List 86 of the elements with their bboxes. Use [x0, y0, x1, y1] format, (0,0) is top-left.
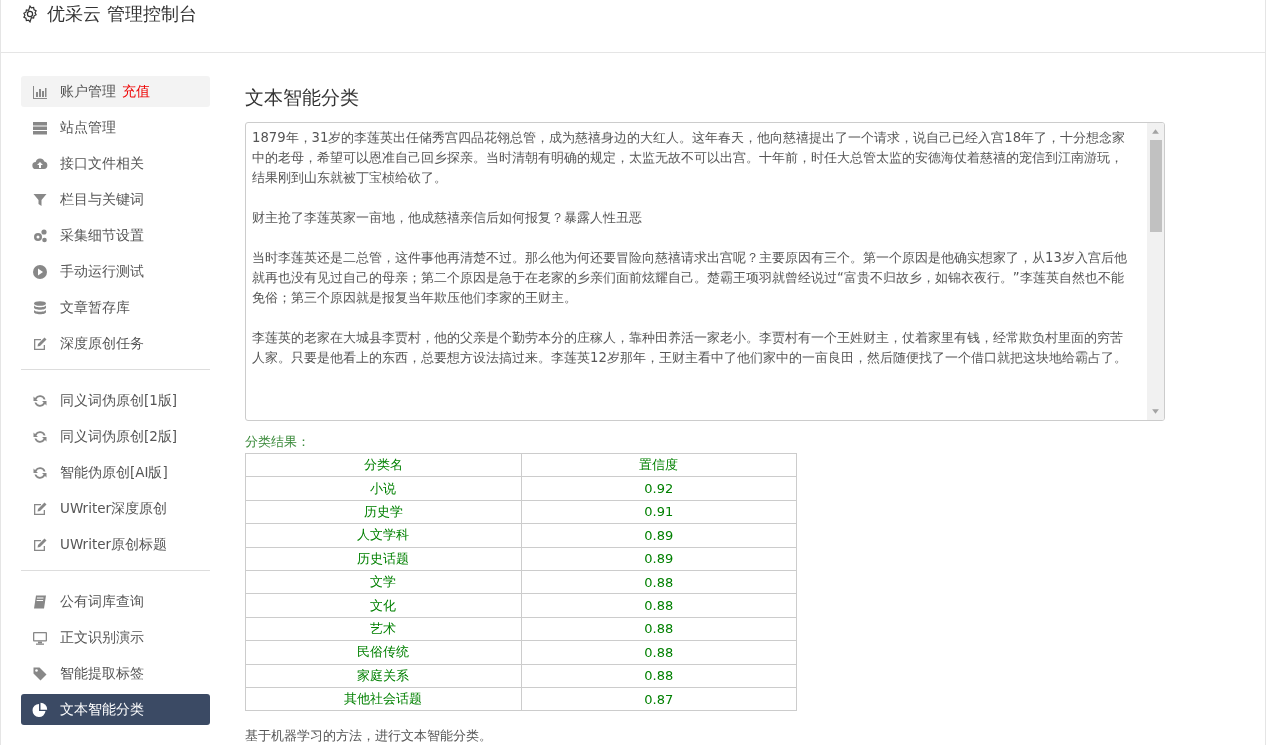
- sidebar-label: UWriter深度原创: [60, 499, 168, 518]
- sidebar-label: 文本智能分类: [60, 700, 144, 719]
- sidebar-label: 深度原创任务: [60, 334, 144, 353]
- table-cell: 0.87: [521, 687, 797, 711]
- sidebar-label: 账户管理: [60, 82, 116, 101]
- sidebar-item[interactable]: UWriter原创标题: [21, 529, 210, 560]
- edit-icon: [32, 500, 48, 517]
- sidebar-label: 智能提取标签: [60, 664, 144, 683]
- book-icon: [32, 593, 48, 610]
- sidebar-item[interactable]: 同义词伪原创[2版]: [21, 421, 210, 452]
- sidebar-label: 同义词伪原创[2版]: [60, 427, 178, 446]
- sidebar-item[interactable]: 站点管理: [21, 112, 210, 143]
- scroll-up-icon[interactable]: [1151, 127, 1160, 136]
- sidebar-label: UWriter原创标题: [60, 535, 168, 554]
- sidebar-item[interactable]: 文本智能分类: [21, 694, 210, 725]
- table-cell: 0.88: [521, 640, 797, 664]
- sidebar-item[interactable]: 同义词伪原创[1版]: [21, 385, 210, 416]
- text-paragraph: 李莲英的老家在大城县李贾村，他的父亲是个勤劳本分的庄稼人，靠种田养活一家老小。李贾村有一个王姓财主，仗着家里有钱，经常欺负村里面的穷苦人家。只要是他看上的东西，总要想方设法搞过来。李莲英12岁那年，王财主看中了他们家中的一亩良田，然后随便找了一个借口就把这块地给霸占了。: [252, 329, 1128, 367]
- column-header: 分类名: [245, 453, 521, 477]
- sidebar-item[interactable]: 栏目与关键词: [21, 184, 210, 215]
- table-cell: 0.89: [521, 523, 797, 548]
- edit-icon: [32, 335, 48, 352]
- sidebar-item[interactable]: 深度原创任务: [21, 328, 210, 359]
- sidebar-label: 站点管理: [60, 118, 116, 137]
- database-icon: [32, 299, 48, 316]
- sidebar-item[interactable]: 正文识别演示: [21, 622, 210, 653]
- sidebar-item[interactable]: 手动运行测试: [21, 256, 210, 287]
- text-paragraph: 1879年，31岁的李莲英出任储秀宫四品花翎总管，成为慈禧身边的大红人。这年春天，他向慈禧提出了一个请求，说自己已经入宫18年了，十分想念家中的老母，希望可以恩准自己回乡探亲。当时清朝有明确的规定，太监无故不可以出宫。十年前，时任大总管太监的安德海仗着慈禧的宠信到江南游玩，结果刚到山东就被丁宝桢给砍了。: [252, 129, 1127, 187]
- scrollbar-thumb[interactable]: [1149, 140, 1162, 232]
- refresh-icon: [32, 392, 48, 409]
- sidebar-item[interactable]: 智能提取标签: [21, 658, 210, 689]
- table-cell: 0.92: [521, 476, 797, 501]
- sidebar-label: 采集细节设置: [60, 226, 144, 245]
- sidebar-label: 栏目与关键词: [60, 190, 144, 209]
- sidebar-item[interactable]: 采集细节设置: [21, 220, 210, 251]
- refresh-icon: [32, 428, 48, 445]
- bar-chart-icon: [32, 83, 48, 100]
- sidebar-item[interactable]: UWriter深度原创: [21, 493, 210, 524]
- table-cell: 0.88: [521, 570, 797, 594]
- sidebar-label: 正文识别演示: [60, 628, 144, 647]
- table-cell: 其他社会话题: [245, 687, 521, 711]
- table-cell: 历史学: [245, 500, 521, 524]
- sidebar-label: 智能伪原创[AI版]: [60, 463, 168, 482]
- text-paragraph: 当时李莲英还是二总管，这件事他再清楚不过。那么他为何还要冒险向慈禧请求出宫呢？主要原因有三个。第一个原因是他确实想家了，从13岁入宫后他就再也没有见过自己的母亲；第二个原因是急于在老家的乡亲们面前炫耀自己。楚霸王项羽就曾经说过“富贵不归故乡，如锦衣夜行。”李莲英自然也不能免俗；第三个原因就是报复当年欺压他们李家的王财主。: [252, 249, 1128, 307]
- text-paragraph: 财主抢了李莲英家一亩地，他成慈禧亲信后如何报复？暴露人性丑恶: [252, 209, 643, 227]
- recharge-link[interactable]: 充值: [122, 82, 150, 101]
- table-cell: 历史话题: [245, 547, 521, 571]
- server-icon: [32, 119, 48, 136]
- column-header: 置信度: [521, 453, 797, 477]
- table-cell: 民俗传统: [245, 640, 521, 664]
- text-area[interactable]: [245, 122, 1165, 421]
- table-cell: 0.88: [521, 664, 797, 688]
- pie-chart-icon: [32, 701, 48, 718]
- sidebar-label: 文章暂存库: [60, 298, 130, 317]
- settings-icon: [21, 5, 39, 23]
- sidebar-label: 接口文件相关: [60, 154, 144, 173]
- page-title: 文本智能分类: [245, 85, 360, 110]
- table-cell: 文化: [245, 593, 521, 618]
- play-icon: [32, 263, 48, 280]
- result-label: 分类结果：: [245, 433, 311, 451]
- table-cell: 艺术: [245, 617, 521, 641]
- table-cell: 0.89: [521, 547, 797, 571]
- table-cell: 0.91: [521, 500, 797, 524]
- table-cell: 人文学科: [245, 523, 521, 548]
- table-cell: 0.88: [521, 617, 797, 641]
- sidebar-label: 手动运行测试: [60, 262, 144, 281]
- gears-icon: [32, 227, 48, 244]
- app-title: 优采云 管理控制台: [47, 2, 197, 26]
- filter-icon: [32, 191, 48, 208]
- sidebar-label: 公有词库查询: [60, 592, 144, 611]
- description-text: 基于机器学习的方法，进行文本智能分类。: [245, 727, 493, 745]
- scroll-down-icon[interactable]: [1151, 407, 1160, 416]
- refresh-icon: [32, 464, 48, 481]
- table-cell: 0.88: [521, 593, 797, 618]
- monitor-icon: [32, 629, 48, 646]
- sidebar-item[interactable]: 智能伪原创[AI版]: [21, 457, 210, 488]
- table-cell: 文学: [245, 570, 521, 594]
- sidebar-item[interactable]: 账户管理 充值: [21, 76, 210, 107]
- table-cell: 小说: [245, 476, 521, 501]
- table-cell: 家庭关系: [245, 664, 521, 688]
- sidebar-label: 同义词伪原创[1版]: [60, 391, 178, 410]
- tag-icon: [32, 665, 48, 682]
- sidebar-item[interactable]: 文章暂存库: [21, 292, 210, 323]
- sidebar-item[interactable]: 接口文件相关: [21, 148, 210, 179]
- sidebar-item[interactable]: 公有词库查询: [21, 586, 210, 617]
- edit-icon: [32, 536, 48, 553]
